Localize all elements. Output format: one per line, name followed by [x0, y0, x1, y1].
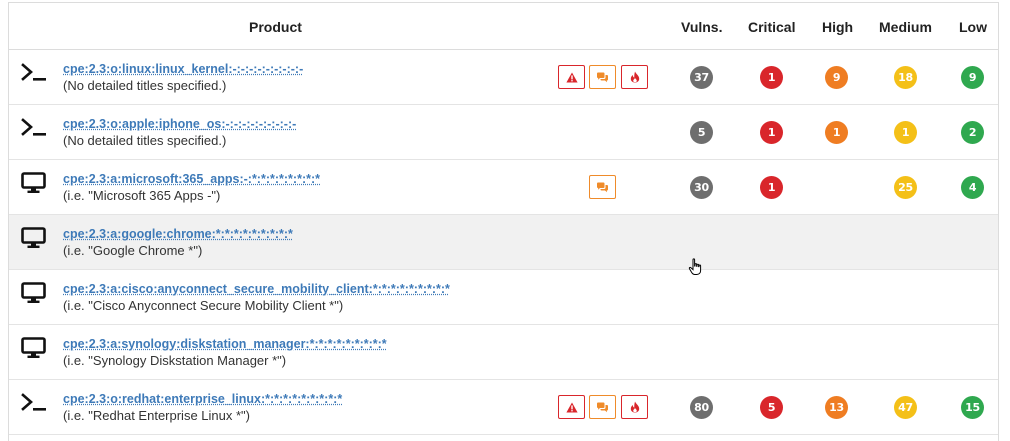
monitor-icon: [21, 172, 47, 196]
medium-count-badge[interactable]: 25: [894, 176, 917, 199]
warning-icon: [565, 402, 578, 413]
high-count-badge[interactable]: 1: [825, 121, 848, 144]
warning-flag-button[interactable]: [558, 65, 585, 89]
header-high[interactable]: High: [822, 19, 853, 35]
table-row[interactable]: cpe:2.3:a:google:chrome:*:*:*:*:*:*:*:*:…: [9, 215, 998, 270]
product-subtitle: (No detailed titles specified.): [63, 133, 227, 148]
fire-icon: [630, 71, 640, 83]
product-subtitle: (i.e. "Redhat Enterprise Linux *"): [63, 408, 250, 423]
monitor-icon: [21, 227, 47, 251]
table-header: Product Vulns. Critical High Medium Low: [9, 3, 998, 50]
terminal-icon: [21, 62, 47, 86]
header-low[interactable]: Low: [959, 19, 987, 35]
product-subtitle: (i.e. "Synology Diskstation Manager *"): [63, 353, 287, 368]
product-cpe-link[interactable]: cpe:2.3:o:redhat:enterprise_linux:*:*:*:…: [63, 392, 342, 406]
low-count-badge[interactable]: 9: [961, 66, 984, 89]
vulns-count-badge[interactable]: 30: [690, 176, 713, 199]
critical-count-badge[interactable]: 1: [760, 176, 783, 199]
warning-icon: [565, 72, 578, 83]
terminal-icon: [21, 392, 47, 416]
table-row[interactable]: cpe:2.3:o:linux:linux_kernel:-:-:-:-:-:-…: [9, 50, 998, 105]
warning-flag-button[interactable]: [558, 395, 585, 419]
low-count-badge[interactable]: 15: [961, 396, 984, 419]
product-cpe-link[interactable]: cpe:2.3:a:google:chrome:*:*:*:*:*:*:*:*:…: [63, 227, 293, 241]
table-row[interactable]: cpe:2.3:a:cisco:anyconnect_secure_mobili…: [9, 270, 998, 325]
fire-icon: [630, 401, 640, 413]
product-cpe-link[interactable]: cpe:2.3:o:linux:linux_kernel:-:-:-:-:-:-…: [63, 62, 303, 76]
table-row[interactable]: cpe:2.3:o:redhat:enterprise_linux:*:*:*:…: [9, 380, 998, 435]
medium-count-badge[interactable]: 1: [894, 121, 917, 144]
low-count-badge[interactable]: 2: [961, 121, 984, 144]
critical-count-badge[interactable]: 1: [760, 121, 783, 144]
vulns-count-badge[interactable]: 80: [690, 396, 713, 419]
vulns-count-badge[interactable]: 5: [690, 121, 713, 144]
header-vulns[interactable]: Vulns.: [681, 19, 723, 35]
table-row[interactable]: cpe:2.3:a:microsoft:365_apps:-:*:*:*:*:*…: [9, 160, 998, 215]
table-row[interactable]: cpe:2.3:o:apple:iphone_os:-:-:-:-:-:-:-:…: [9, 105, 998, 160]
fire-flag-button[interactable]: [621, 395, 648, 419]
critical-count-badge[interactable]: 5: [760, 396, 783, 419]
product-cpe-link[interactable]: cpe:2.3:a:microsoft:365_apps:-:*:*:*:*:*…: [63, 172, 320, 186]
medium-count-badge[interactable]: 47: [894, 396, 917, 419]
monitor-icon: [21, 282, 47, 306]
comments-flag-button[interactable]: [589, 395, 616, 419]
product-cpe-link[interactable]: cpe:2.3:a:synology:diskstation_manager:*…: [63, 337, 387, 351]
product-subtitle: (i.e. "Google Chrome *"): [63, 243, 203, 258]
table-row[interactable]: cpe:2.3:a:synology:diskstation_manager:*…: [9, 325, 998, 380]
product-cpe-link[interactable]: cpe:2.3:o:apple:iphone_os:-:-:-:-:-:-:-:…: [63, 117, 296, 131]
vulns-count-badge[interactable]: 37: [690, 66, 713, 89]
product-cpe-link[interactable]: cpe:2.3:a:cisco:anyconnect_secure_mobili…: [63, 282, 450, 296]
low-count-badge[interactable]: 4: [961, 176, 984, 199]
comments-icon: [596, 402, 609, 413]
comments-flag-button[interactable]: [589, 175, 616, 199]
product-subtitle: (No detailed titles specified.): [63, 78, 227, 93]
comments-icon: [596, 182, 609, 193]
terminal-icon: [21, 117, 47, 141]
hand-cursor-icon: [688, 258, 702, 275]
critical-count-badge[interactable]: 1: [760, 66, 783, 89]
products-table: Product Vulns. Critical High Medium Low …: [8, 2, 999, 441]
medium-count-badge[interactable]: 18: [894, 66, 917, 89]
comments-flag-button[interactable]: [589, 65, 616, 89]
product-subtitle: (i.e. "Cisco Anyconnect Secure Mobility …: [63, 298, 344, 313]
fire-flag-button[interactable]: [621, 65, 648, 89]
high-count-badge[interactable]: 9: [825, 66, 848, 89]
high-count-badge[interactable]: 13: [825, 396, 848, 419]
product-subtitle: (i.e. "Microsoft 365 Apps -"): [63, 188, 221, 203]
comments-icon: [596, 72, 609, 83]
header-product[interactable]: Product: [249, 19, 302, 35]
header-medium[interactable]: Medium: [879, 19, 932, 35]
monitor-icon: [21, 337, 47, 361]
header-critical[interactable]: Critical: [748, 19, 795, 35]
